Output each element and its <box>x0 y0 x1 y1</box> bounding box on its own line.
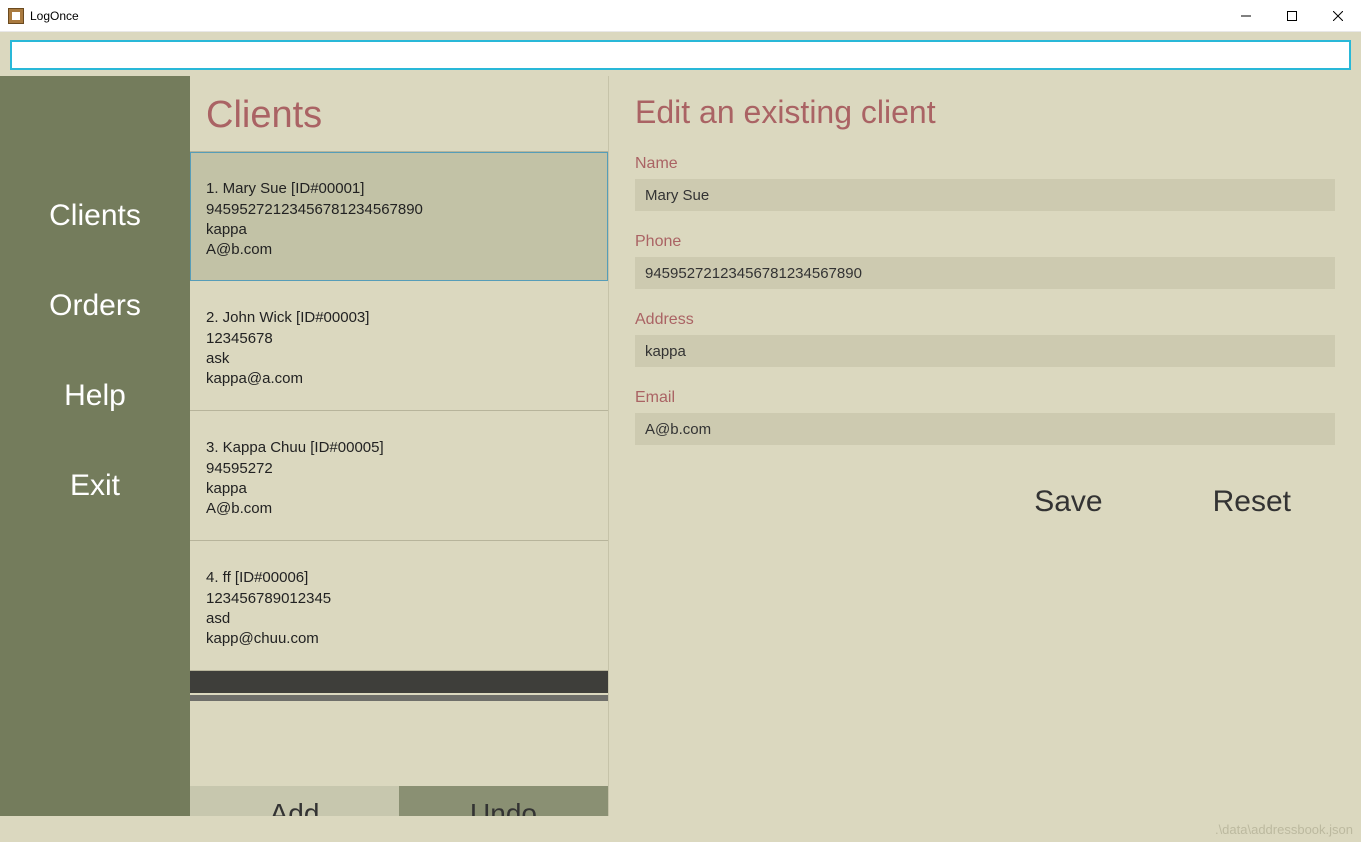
main-area: Clients Orders Help Exit Clients 1. Mary… <box>0 76 1361 842</box>
command-input[interactable] <box>10 40 1351 70</box>
client-card[interactable]: 2. John Wick [ID#00003] 12345678 ask kappa@… <box>190 281 608 411</box>
sidebar-item-clients[interactable]: Clients <box>0 171 190 261</box>
clients-list-panel: Clients 1. Mary Sue [ID#00001]9459527212… <box>190 76 608 842</box>
detail-title: Edit an existing client <box>635 94 1335 131</box>
client-phone: 94595272 <box>206 460 592 477</box>
close-button[interactable] <box>1315 0 1361 32</box>
name-input[interactable] <box>635 179 1335 211</box>
client-card[interactable]: 4. ff [ID#00006] 123456789012345 asd kapp@c… <box>190 541 608 671</box>
client-name-line: 3. Kappa Chuu [ID#00005] <box>206 439 592 456</box>
window-titlebar: LogOnce <box>0 0 1361 32</box>
client-email: A@b.com <box>206 241 592 258</box>
detail-buttons: Save Reset <box>635 485 1335 519</box>
save-button[interactable]: Save <box>1034 485 1102 519</box>
clients-list-container: 1. Mary Sue [ID#00001]945952721234567812… <box>190 151 608 786</box>
close-icon <box>1333 11 1343 21</box>
client-email: kappa@a.com <box>206 370 592 387</box>
statusbar: .\data\addressbook.json <box>0 816 1361 842</box>
client-email: kapp@chuu.com <box>206 630 592 647</box>
client-name-line: 4. ff [ID#00006] <box>206 569 592 586</box>
email-input[interactable] <box>635 413 1335 445</box>
email-label: Email <box>635 389 1335 407</box>
sidebar-item-exit[interactable]: Exit <box>0 441 190 531</box>
phone-label: Phone <box>635 233 1335 251</box>
client-address: ask <box>206 350 592 367</box>
reset-button[interactable]: Reset <box>1213 485 1291 519</box>
maximize-button[interactable] <box>1269 0 1315 32</box>
client-name-line: 2. John Wick [ID#00003] <box>206 309 592 326</box>
sidebar-item-help[interactable]: Help <box>0 351 190 441</box>
address-label: Address <box>635 311 1335 329</box>
client-address: asd <box>206 610 592 627</box>
address-input[interactable] <box>635 335 1335 367</box>
sidebar: Clients Orders Help Exit <box>0 76 190 842</box>
client-address: kappa <box>206 480 592 497</box>
window-title: LogOnce <box>30 9 79 23</box>
name-label: Name <box>635 155 1335 173</box>
minimize-icon <box>1241 11 1251 21</box>
client-phone: 9459527212345678123456789‌0 <box>206 201 592 218</box>
client-address: kappa <box>206 221 592 238</box>
detail-panel: Edit an existing client Name Phone Addre… <box>608 76 1361 842</box>
client-email: A@b.com <box>206 500 592 517</box>
scrollbar-track[interactable] <box>190 671 608 693</box>
client-card[interactable]: 1. Mary Sue [ID#00001] 945952721234567812… <box>190 152 608 281</box>
app-icon <box>8 8 24 24</box>
scrollbar-track-2[interactable] <box>190 693 608 703</box>
clients-list: 1. Mary Sue [ID#00001]945952721234567812… <box>190 152 608 671</box>
client-phone: 123456789012345 <box>206 590 592 607</box>
searchbar-row <box>0 32 1361 76</box>
phone-input[interactable] <box>635 257 1335 289</box>
client-phone: 12345678 <box>206 330 592 347</box>
client-card[interactable]: 3. Kappa Chuu [ID#00005] 94595272 kappa A@b… <box>190 411 608 541</box>
sidebar-item-orders[interactable]: Orders <box>0 261 190 351</box>
maximize-icon <box>1287 11 1297 21</box>
minimize-button[interactable] <box>1223 0 1269 32</box>
clients-list-title: Clients <box>190 76 608 151</box>
statusbar-path: .\data\addressbook.json <box>1215 822 1353 837</box>
client-name-line: 1. Mary Sue [ID#00001] <box>206 180 592 197</box>
